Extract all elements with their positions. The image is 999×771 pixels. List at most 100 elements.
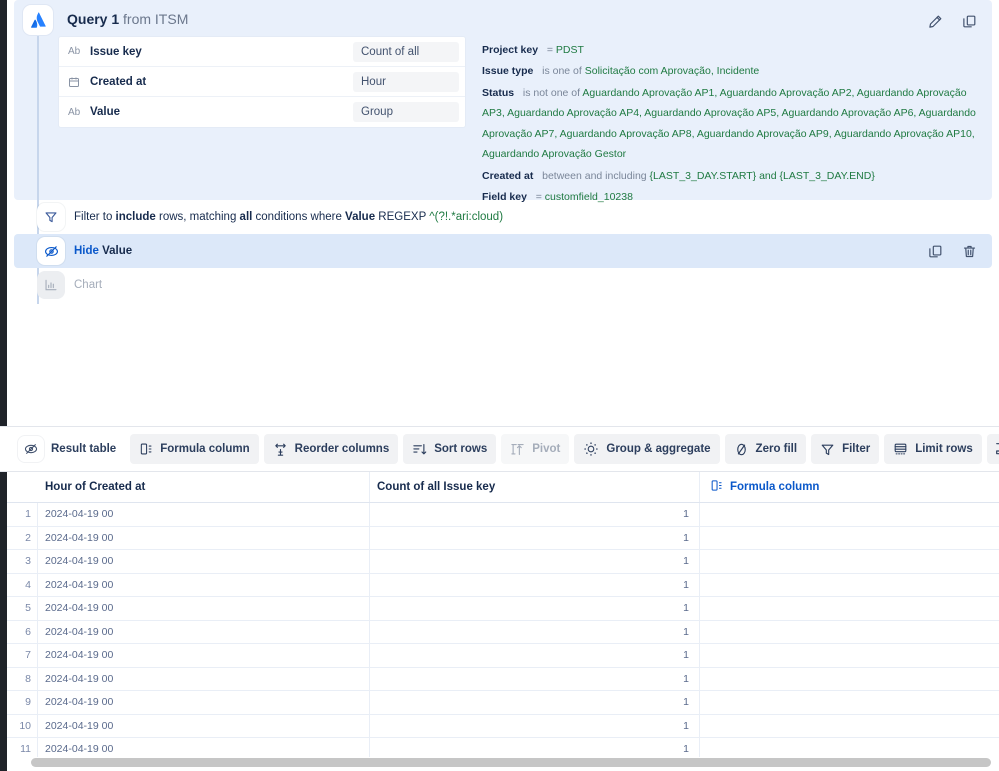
condition-key: Created at bbox=[482, 169, 534, 182]
filter-text-1: Filter to bbox=[74, 211, 116, 223]
copy-query-button[interactable] bbox=[958, 10, 980, 32]
table-row[interactable]: 2 2024-04-19 00 1 bbox=[7, 526, 999, 550]
filter-include: include bbox=[115, 211, 156, 223]
table-row[interactable]: 9 2024-04-19 00 1 bbox=[7, 691, 999, 715]
table-row[interactable]: 10 2024-04-19 00 1 bbox=[7, 714, 999, 738]
cell-count: 1 bbox=[370, 620, 700, 643]
delete-step-button[interactable] bbox=[958, 240, 980, 262]
query-builder-page: Query 1 from ITSM Ab Issue key Count of … bbox=[0, 0, 999, 771]
cell-count: 1 bbox=[370, 714, 700, 737]
pivot-button[interactable]: Pivot bbox=[501, 434, 570, 464]
cell-count: 1 bbox=[370, 503, 700, 526]
query-field-row[interactable]: Ab Value Group bbox=[59, 97, 465, 127]
filter-button[interactable]: Filter bbox=[811, 434, 880, 464]
cell-formula bbox=[700, 644, 999, 667]
column-header-count[interactable]: Count of all Issue key bbox=[370, 472, 700, 502]
field-aggregation[interactable]: Hour bbox=[353, 71, 459, 92]
reorder-columns-button[interactable]: Reorder columns bbox=[263, 434, 399, 464]
limit-rows-icon bbox=[893, 442, 908, 457]
cell-formula bbox=[700, 668, 999, 691]
condition-value: Solicitação com Aprovação, Incidente bbox=[584, 65, 760, 78]
text-type-icon: Ab bbox=[68, 46, 81, 57]
row-number: 7 bbox=[7, 644, 38, 667]
duplicate-step-button[interactable] bbox=[924, 240, 946, 262]
filter-step-text: Filter to include rows, matching all con… bbox=[74, 211, 503, 223]
eye-slash-icon bbox=[37, 237, 65, 265]
result-table-button[interactable]: Result table bbox=[14, 434, 125, 464]
field-aggregation[interactable]: Group bbox=[353, 102, 459, 122]
cell-formula bbox=[700, 550, 999, 573]
group-aggregate-button[interactable]: Group & aggregate bbox=[574, 434, 720, 464]
table-row[interactable]: 5 2024-04-19 00 1 bbox=[7, 597, 999, 621]
zero-fill-button[interactable]: Zero fill bbox=[724, 434, 807, 464]
cell-count: 1 bbox=[370, 667, 700, 690]
query-source: ITSM bbox=[154, 11, 189, 27]
funnel-icon bbox=[820, 442, 835, 457]
row-number: 1 bbox=[7, 503, 38, 526]
query-field-row[interactable]: Ab Issue key Count of all bbox=[59, 37, 465, 67]
table-row[interactable]: 6 2024-04-19 00 1 bbox=[7, 620, 999, 644]
query-from-label: from bbox=[123, 11, 152, 27]
table-header-row: Hour of Created at Count of all Issue ke… bbox=[7, 472, 999, 503]
cell-formula bbox=[700, 503, 999, 526]
query-title-text: Query 1 bbox=[67, 11, 120, 27]
column-header-hour[interactable]: Hour of Created at bbox=[38, 472, 370, 502]
edit-query-button[interactable] bbox=[924, 10, 946, 32]
hide-link[interactable]: Hide bbox=[74, 245, 99, 257]
field-name: Created at bbox=[90, 75, 147, 88]
reorder-columns-label: Reorder columns bbox=[294, 443, 390, 455]
table-row[interactable]: 7 2024-04-19 00 1 bbox=[7, 644, 999, 668]
collapse-rows-icon bbox=[994, 441, 999, 457]
filter-column: Value bbox=[345, 211, 376, 223]
cell-count: 1 bbox=[370, 550, 700, 573]
hide-step-text: Hide Value bbox=[74, 245, 132, 257]
chart-step-label: Chart bbox=[74, 279, 103, 291]
text-type-icon: Ab bbox=[68, 106, 81, 118]
result-table-label: Result table bbox=[51, 443, 117, 455]
column-header-formula[interactable]: Formula column bbox=[700, 472, 999, 502]
group-aggregate-icon bbox=[583, 441, 599, 457]
table-row[interactable]: 3 2024-04-19 00 1 bbox=[7, 550, 999, 574]
filter-regex-value: ^(?!.*ari:cloud) bbox=[429, 211, 504, 223]
sort-rows-button[interactable]: Sort rows bbox=[403, 434, 497, 464]
field-aggregation[interactable]: Count of all bbox=[353, 41, 459, 62]
query-title: Query 1 from ITSM bbox=[67, 11, 188, 27]
page-left-gutter bbox=[0, 0, 7, 771]
query-card: Query 1 from ITSM Ab Issue key Count of … bbox=[14, 0, 992, 203]
pipeline-step-filter[interactable]: Filter to include rows, matching all con… bbox=[14, 200, 992, 234]
cell-count: 1 bbox=[370, 691, 700, 714]
query-card-header: Query 1 from ITSM bbox=[14, 0, 992, 40]
field-name: Issue key bbox=[90, 45, 142, 58]
row-number: 9 bbox=[7, 691, 38, 714]
eye-slash-icon bbox=[18, 436, 44, 462]
sort-rows-label: Sort rows bbox=[434, 443, 488, 455]
filter-label: Filter bbox=[842, 443, 871, 455]
result-toolbar: Result table Formula column Reorder colu… bbox=[0, 426, 999, 472]
funnel-icon bbox=[37, 203, 65, 231]
limit-rows-button[interactable]: Limit rows bbox=[884, 434, 982, 464]
table-row[interactable]: 8 2024-04-19 00 1 bbox=[7, 667, 999, 691]
table-row[interactable]: 1 2024-04-19 00 1 bbox=[7, 503, 999, 527]
row-number: 6 bbox=[7, 620, 38, 643]
table-row[interactable]: 4 2024-04-19 00 1 bbox=[7, 573, 999, 597]
row-number: 8 bbox=[7, 667, 38, 690]
formula-column-button[interactable]: Formula column bbox=[130, 434, 259, 464]
zero-fill-icon bbox=[734, 442, 749, 457]
cell-hour: 2024-04-19 00 bbox=[38, 620, 370, 643]
cell-formula bbox=[700, 597, 999, 620]
query-fields-table: Ab Issue key Count of all Created at Hou… bbox=[58, 36, 466, 128]
cell-formula bbox=[700, 715, 999, 738]
pipeline-step-hide[interactable]: Hide Value bbox=[14, 234, 992, 268]
pipeline-step-chart[interactable]: Chart bbox=[14, 268, 992, 302]
cell-hour: 2024-04-19 00 bbox=[38, 714, 370, 737]
filter-all: all bbox=[239, 211, 253, 223]
horizontal-scrollbar-track[interactable] bbox=[7, 757, 999, 771]
collapse-rows-button[interactable] bbox=[986, 434, 999, 464]
reorder-columns-icon bbox=[273, 442, 288, 457]
field-name: Value bbox=[90, 106, 121, 118]
query-field-row[interactable]: Created at Hour bbox=[59, 67, 465, 97]
condition-operator: is one of bbox=[542, 65, 582, 78]
cell-count: 1 bbox=[370, 597, 700, 620]
horizontal-scrollbar-thumb[interactable] bbox=[31, 758, 991, 767]
condition-row: Created at between and including {LAST_3… bbox=[482, 166, 982, 186]
